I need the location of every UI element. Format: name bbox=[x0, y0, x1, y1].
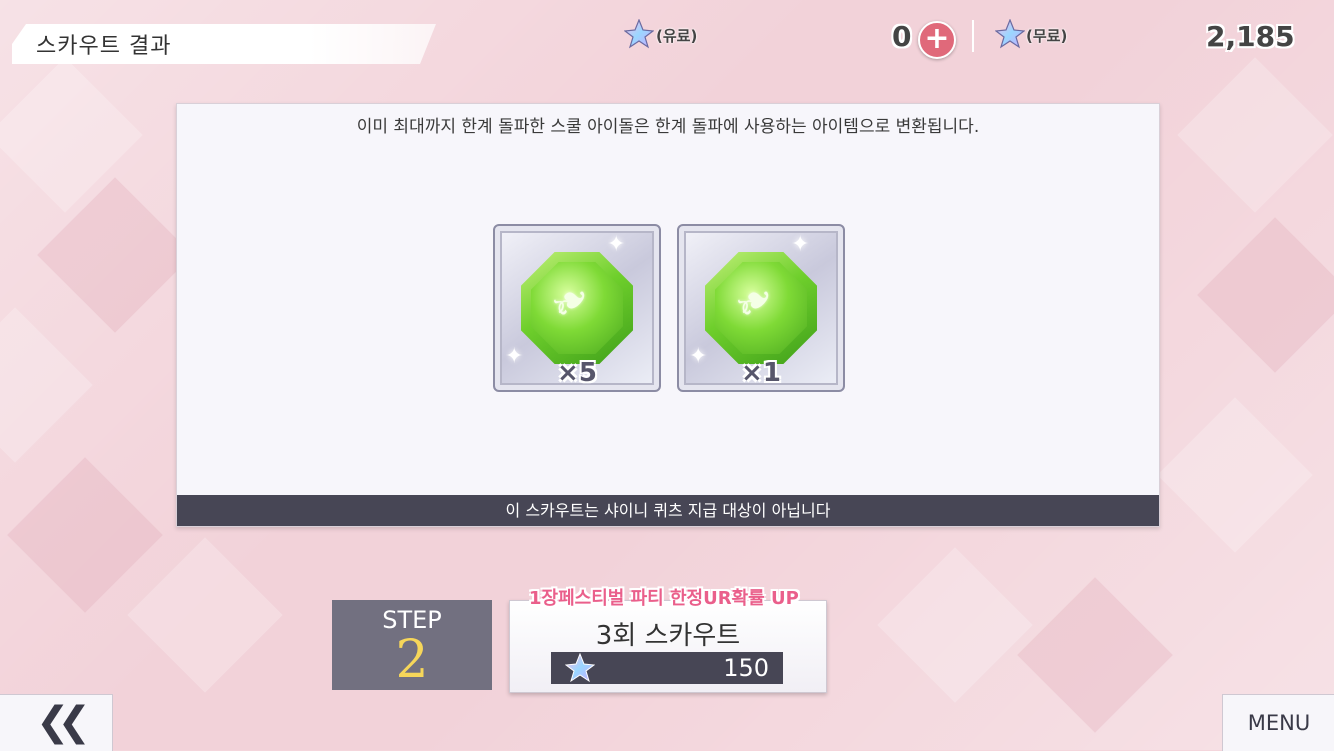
free-currency-count: 2,185 bbox=[1206, 20, 1295, 53]
step-number: 2 bbox=[395, 630, 429, 690]
bg-diamond bbox=[0, 307, 93, 463]
scout-result-panel: 이미 최대까지 한계 돌파한 스쿨 아이돌은 한계 돌파에 사용하는 아이템으로… bbox=[176, 103, 1160, 527]
paid-star-gem-icon bbox=[624, 19, 654, 49]
conversion-notice: 이미 최대까지 한계 돌파한 스쿨 아이돌은 한계 돌파에 사용하는 아이템으로… bbox=[356, 117, 980, 137]
bg-diamond bbox=[1177, 57, 1333, 213]
scout-cost-bar: 150 bbox=[551, 652, 783, 684]
page-title: 스카우트 결과 bbox=[36, 34, 172, 59]
bg-diamond bbox=[1017, 577, 1173, 733]
result-item[interactable]: ✦ ✦ ❧ ×1 bbox=[677, 224, 845, 392]
menu-label: MENU bbox=[1247, 711, 1311, 735]
bg-diamond bbox=[7, 457, 163, 613]
promo-banner: 1장페스티벌 파티 한정UR확률 UP bbox=[529, 588, 799, 609]
bg-diamond bbox=[1157, 397, 1313, 553]
green-feather-gem-icon: ❧ bbox=[521, 252, 633, 364]
result-item[interactable]: ✦ ✦ ❧ ×5 bbox=[493, 224, 661, 392]
bg-diamond bbox=[127, 537, 283, 693]
add-currency-button[interactable]: + bbox=[918, 21, 956, 59]
free-currency-label: (무료) bbox=[1026, 27, 1068, 45]
paid-currency-label: (유료) bbox=[656, 27, 698, 45]
double-chevron-left-icon: ❮❮ bbox=[36, 699, 91, 745]
menu-button[interactable]: MENU bbox=[1222, 694, 1334, 751]
item-quantity: ×5 bbox=[557, 358, 597, 388]
paid-currency-count: 0 bbox=[892, 20, 912, 53]
scout-3-button[interactable]: 3회 스카우트 150 bbox=[509, 600, 827, 693]
sparkle-icon: ✦ bbox=[607, 232, 626, 257]
step-indicator: STEP 2 bbox=[332, 600, 492, 690]
bg-diamond bbox=[1197, 217, 1334, 373]
shiny-quartz-notice: 이 스카우트는 샤이니 퀴츠 지급 대상이 아닙니다 bbox=[177, 495, 1159, 526]
back-button[interactable]: ❮❮ bbox=[0, 694, 113, 751]
scout-cost: 150 bbox=[723, 654, 769, 682]
item-quantity: ×1 bbox=[741, 358, 781, 388]
free-star-gem-icon bbox=[995, 19, 1025, 49]
bg-diamond bbox=[877, 547, 1033, 703]
scout-button-label: 3회 스카우트 bbox=[595, 621, 741, 651]
green-feather-gem-icon: ❧ bbox=[705, 252, 817, 364]
header-divider bbox=[972, 20, 974, 52]
star-gem-icon bbox=[565, 653, 595, 683]
sparkle-icon: ✦ bbox=[791, 232, 810, 257]
